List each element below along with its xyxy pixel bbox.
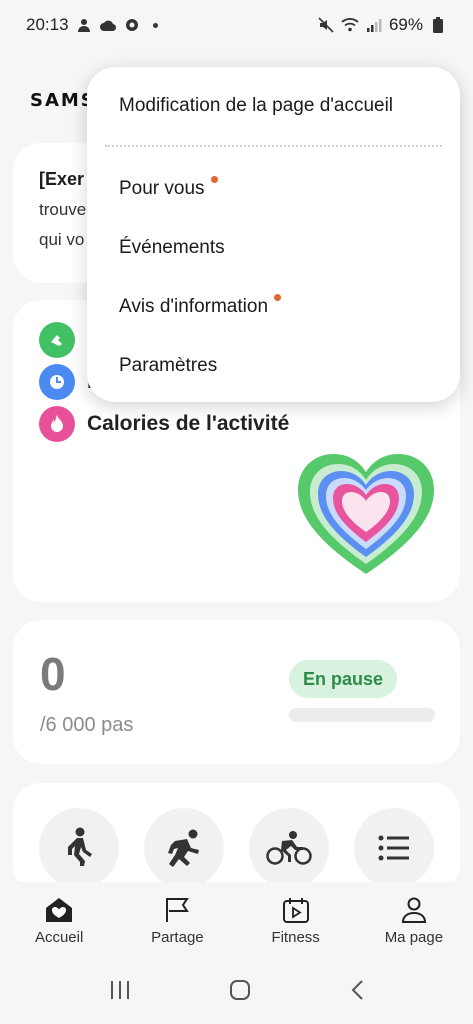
steps-count: 0 bbox=[40, 648, 66, 700]
menu-item-label: Pour vous bbox=[119, 177, 205, 199]
menu-item-label: Modification de la page d'accueil bbox=[119, 95, 394, 116]
calendar-play-icon bbox=[282, 897, 309, 923]
menu-item-label: Avis d'information bbox=[119, 295, 269, 317]
nav-label-partage: Partage bbox=[151, 928, 204, 946]
signal-icon bbox=[365, 16, 383, 34]
steps-metric-row bbox=[39, 322, 75, 358]
nav-item-fitness[interactable]: Fitness bbox=[246, 897, 346, 946]
workout-list-button[interactable] bbox=[354, 808, 434, 888]
status-bar: 20:13 69% bbox=[0, 0, 473, 50]
list-icon bbox=[378, 835, 409, 861]
nav-item-ma-page[interactable]: Ma page bbox=[364, 897, 464, 946]
nav-label-ma-page: Ma page bbox=[384, 928, 444, 946]
user-warning-icon bbox=[75, 16, 93, 34]
walking-workout-button[interactable] bbox=[39, 808, 119, 888]
menu-divider bbox=[105, 145, 442, 147]
wifi-icon bbox=[341, 16, 359, 34]
steps-card[interactable]: 0 /6 000 pas En pause bbox=[13, 620, 460, 764]
mute-icon bbox=[317, 16, 335, 34]
battery-percentage: 69% bbox=[388, 15, 423, 34]
running-workout-button[interactable] bbox=[144, 808, 224, 888]
steps-goal: /6 000 pas bbox=[40, 714, 134, 736]
person-icon bbox=[401, 897, 426, 923]
cycling-workout-button[interactable] bbox=[249, 808, 329, 888]
back-icon[interactable] bbox=[350, 979, 364, 1006]
flag-icon bbox=[166, 897, 190, 922]
dot-icon bbox=[152, 22, 158, 28]
menu-item-pour-vous[interactable]: Pour vous bbox=[87, 159, 460, 218]
bottom-navigation: Accueil Partage Fitness Ma page bbox=[0, 882, 473, 960]
notification-dot bbox=[210, 176, 218, 183]
activity-heart-rings bbox=[298, 454, 434, 578]
recent-apps-icon[interactable] bbox=[109, 980, 131, 1005]
menu-item-label: Paramètres bbox=[119, 354, 218, 376]
nav-item-partage[interactable]: Partage bbox=[127, 897, 227, 946]
system-navigation-bar bbox=[0, 960, 473, 1024]
calories-label: Calories de l'activité bbox=[87, 412, 290, 435]
status-time: 20:13 bbox=[26, 15, 69, 34]
calories-metric-row: Calories de l'activité bbox=[39, 406, 289, 442]
menu-item-edit-home[interactable]: Modification de la page d'accueil bbox=[87, 87, 460, 125]
home-heart-icon bbox=[46, 897, 73, 922]
steps-shoe-icon bbox=[39, 322, 75, 358]
settings-icon bbox=[123, 16, 141, 34]
clock-icon bbox=[39, 364, 75, 400]
walking-icon bbox=[68, 827, 92, 866]
menu-item-evenements[interactable]: Événements bbox=[87, 218, 460, 277]
steps-progress-bar bbox=[289, 708, 435, 722]
flame-icon bbox=[39, 406, 75, 442]
menu-item-label: Événements bbox=[119, 236, 225, 258]
running-icon bbox=[168, 829, 199, 867]
notification-dot bbox=[274, 294, 282, 301]
workouts-card bbox=[13, 783, 460, 893]
battery-icon bbox=[429, 16, 447, 34]
nav-label-accueil: Accueil bbox=[34, 928, 84, 946]
steps-status-badge: En pause bbox=[289, 660, 398, 698]
cloud-icon bbox=[99, 16, 117, 34]
nav-item-accueil[interactable]: Accueil bbox=[9, 897, 109, 946]
menu-item-avis-information[interactable]: Avis d'information bbox=[87, 277, 460, 336]
nav-label-fitness: Fitness bbox=[271, 928, 320, 946]
samsung-health-logo: SAMS bbox=[30, 90, 96, 111]
overflow-menu: Modification de la page d'accueil Pour v… bbox=[87, 67, 460, 402]
home-button-icon[interactable] bbox=[229, 979, 251, 1006]
cycling-icon bbox=[266, 831, 312, 865]
menu-item-parametres[interactable]: Paramètres bbox=[87, 336, 460, 395]
